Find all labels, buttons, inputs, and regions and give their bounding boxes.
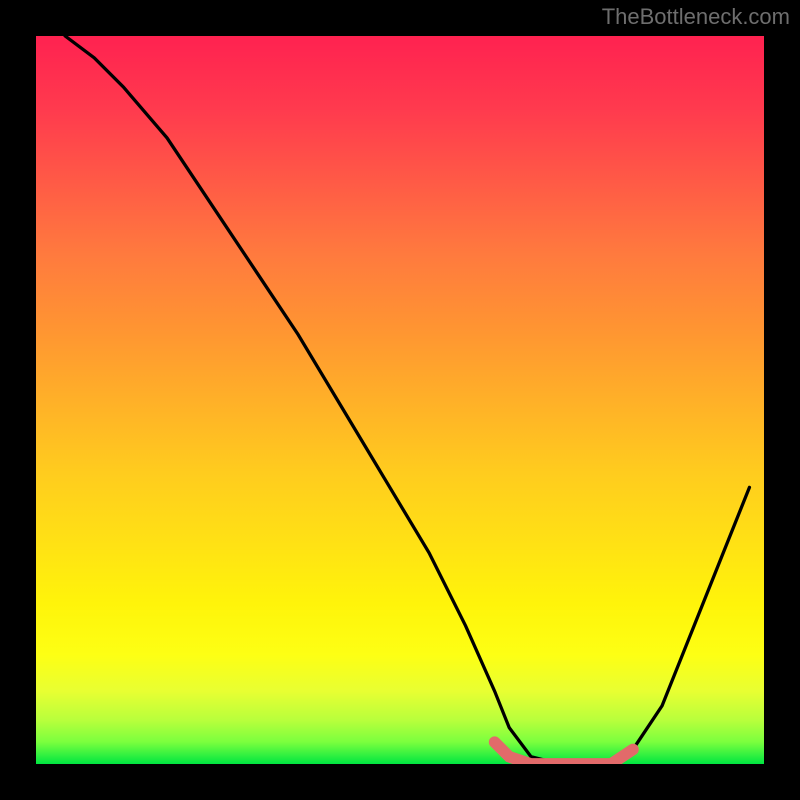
watermark-label: TheBottleneck.com	[602, 4, 790, 30]
bottleneck-curve	[65, 36, 749, 764]
chart-svg	[36, 36, 764, 764]
valley-highlight	[495, 742, 633, 764]
chart-container: TheBottleneck.com	[0, 0, 800, 800]
plot-area	[36, 36, 764, 764]
